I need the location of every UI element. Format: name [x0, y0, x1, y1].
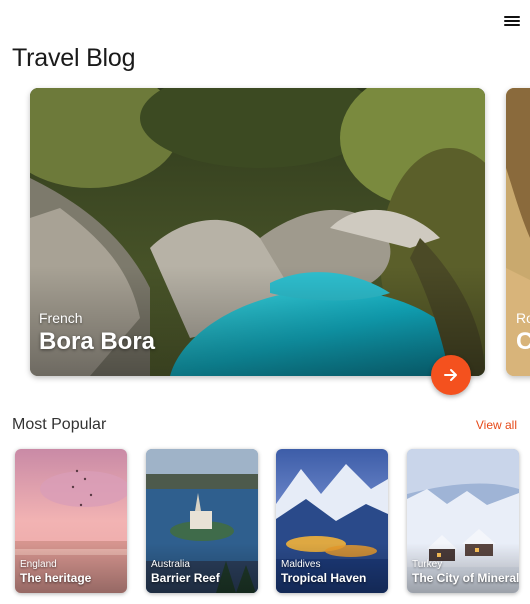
view-all-link[interactable]: View all [476, 418, 517, 432]
popular-card-title: The heritage [20, 571, 92, 585]
popular-card[interactable]: Turkey The City of Minerals [407, 449, 519, 593]
menu-button[interactable] [504, 14, 520, 28]
featured-country-next: Ro [516, 310, 530, 326]
featured-country: French [39, 310, 83, 326]
featured-next-button[interactable] [431, 355, 471, 395]
popular-card-country: England [20, 559, 57, 570]
popular-card-title: Barrier Reef [151, 571, 220, 585]
popular-card-country: Australia [151, 559, 190, 570]
popular-card-country: Turkey [412, 559, 443, 570]
arrow-right-icon [444, 369, 457, 381]
popular-card[interactable]: Australia Barrier Reef [146, 449, 258, 593]
featured-card[interactable]: French Bora Bora [30, 88, 485, 376]
section-title-most-popular: Most Popular [12, 416, 107, 433]
popular-card[interactable]: England The heritage [15, 449, 127, 593]
popular-card-title: The City of Minerals [412, 571, 519, 585]
featured-title-next: C [516, 328, 530, 355]
featured-title: Bora Bora [39, 328, 156, 355]
popular-card-country: Maldives [281, 559, 321, 570]
popular-card-title: Tropical Haven [281, 571, 367, 585]
popular-card[interactable]: Maldives Tropical Haven [276, 449, 388, 593]
page-title: Travel Blog [12, 44, 136, 72]
featured-overlay [30, 266, 485, 376]
featured-card-next[interactable]: Ro C [506, 88, 530, 376]
hamburger-menu-icon [504, 16, 520, 26]
